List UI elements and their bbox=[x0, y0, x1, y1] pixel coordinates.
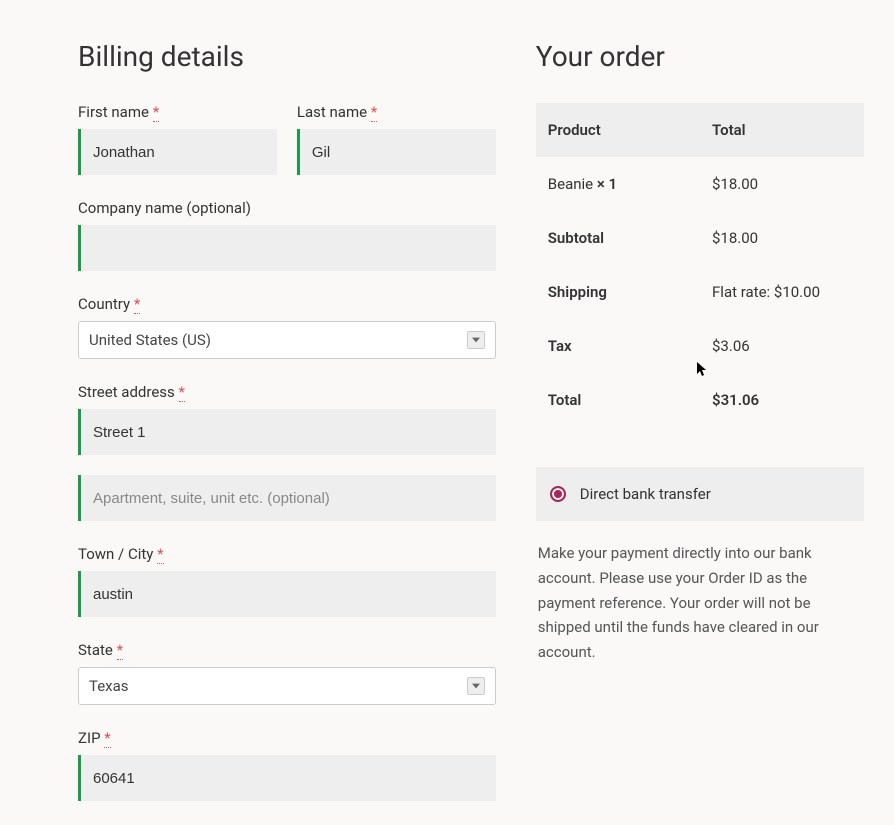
company-label: Company name (optional) bbox=[78, 199, 496, 217]
payment-method-label: Direct bank transfer bbox=[580, 485, 711, 503]
chevron-down-icon bbox=[467, 331, 485, 349]
subtotal-value: $18.00 bbox=[712, 229, 852, 247]
last-name-input[interactable] bbox=[297, 129, 496, 175]
zip-input[interactable] bbox=[78, 755, 496, 801]
total-row: Total $31.06 bbox=[536, 373, 864, 427]
product-total: $18.00 bbox=[712, 175, 852, 193]
required-mark: * bbox=[134, 295, 140, 314]
state-label: State * bbox=[78, 641, 496, 659]
order-summary-section: Your order Product Total Beanie × 1 $18.… bbox=[536, 40, 864, 825]
billing-details-section: Billing details First name * Last name *… bbox=[78, 40, 496, 825]
order-heading: Your order bbox=[536, 40, 864, 73]
zip-label: ZIP * bbox=[78, 729, 496, 747]
country-select[interactable]: United States (US) bbox=[78, 321, 496, 359]
radio-selected-icon bbox=[550, 486, 566, 502]
country-select-value: United States (US) bbox=[89, 331, 467, 349]
total-label: Total bbox=[548, 391, 712, 409]
payment-method-option[interactable]: Direct bank transfer bbox=[536, 467, 864, 521]
first-name-input[interactable] bbox=[78, 129, 277, 175]
company-input[interactable] bbox=[78, 225, 496, 271]
required-mark: * bbox=[153, 103, 159, 122]
street-address-1-input[interactable] bbox=[78, 409, 496, 455]
order-line-item: Beanie × 1 $18.00 bbox=[536, 157, 864, 211]
required-mark: * bbox=[104, 729, 110, 748]
shipping-label: Shipping bbox=[548, 283, 712, 301]
shipping-row: Shipping Flat rate: $10.00 bbox=[536, 265, 864, 319]
billing-heading: Billing details bbox=[78, 40, 496, 73]
col-product: Product bbox=[548, 121, 712, 139]
required-mark: * bbox=[117, 641, 123, 660]
required-mark: * bbox=[179, 383, 185, 402]
city-input[interactable] bbox=[78, 571, 496, 617]
last-name-label: Last name * bbox=[297, 103, 496, 121]
first-name-label: First name * bbox=[78, 103, 277, 121]
city-label: Town / City * bbox=[78, 545, 496, 563]
order-table: Product Total Beanie × 1 $18.00 Subtotal… bbox=[536, 103, 864, 427]
tax-value: $3.06 bbox=[712, 337, 852, 355]
tax-row: Tax $3.06 bbox=[536, 319, 864, 373]
product-qty: × 1 bbox=[597, 175, 617, 193]
order-table-header: Product Total bbox=[536, 103, 864, 157]
subtotal-label: Subtotal bbox=[548, 229, 712, 247]
product-name: Beanie × 1 bbox=[548, 175, 712, 193]
tax-label: Tax bbox=[548, 337, 712, 355]
required-mark: * bbox=[157, 545, 163, 564]
col-total: Total bbox=[712, 121, 852, 139]
state-select[interactable]: Texas bbox=[78, 667, 496, 705]
shipping-value: Flat rate: $10.00 bbox=[712, 283, 852, 301]
street-address-label: Street address * bbox=[78, 383, 496, 401]
required-mark: * bbox=[371, 103, 377, 122]
street-address-2-input[interactable] bbox=[78, 475, 496, 521]
chevron-down-icon bbox=[467, 677, 485, 695]
country-label: Country * bbox=[78, 295, 496, 313]
total-value: $31.06 bbox=[712, 391, 852, 409]
payment-method-description: Make your payment directly into our bank… bbox=[536, 541, 864, 665]
state-select-value: Texas bbox=[89, 677, 467, 695]
subtotal-row: Subtotal $18.00 bbox=[536, 211, 864, 265]
